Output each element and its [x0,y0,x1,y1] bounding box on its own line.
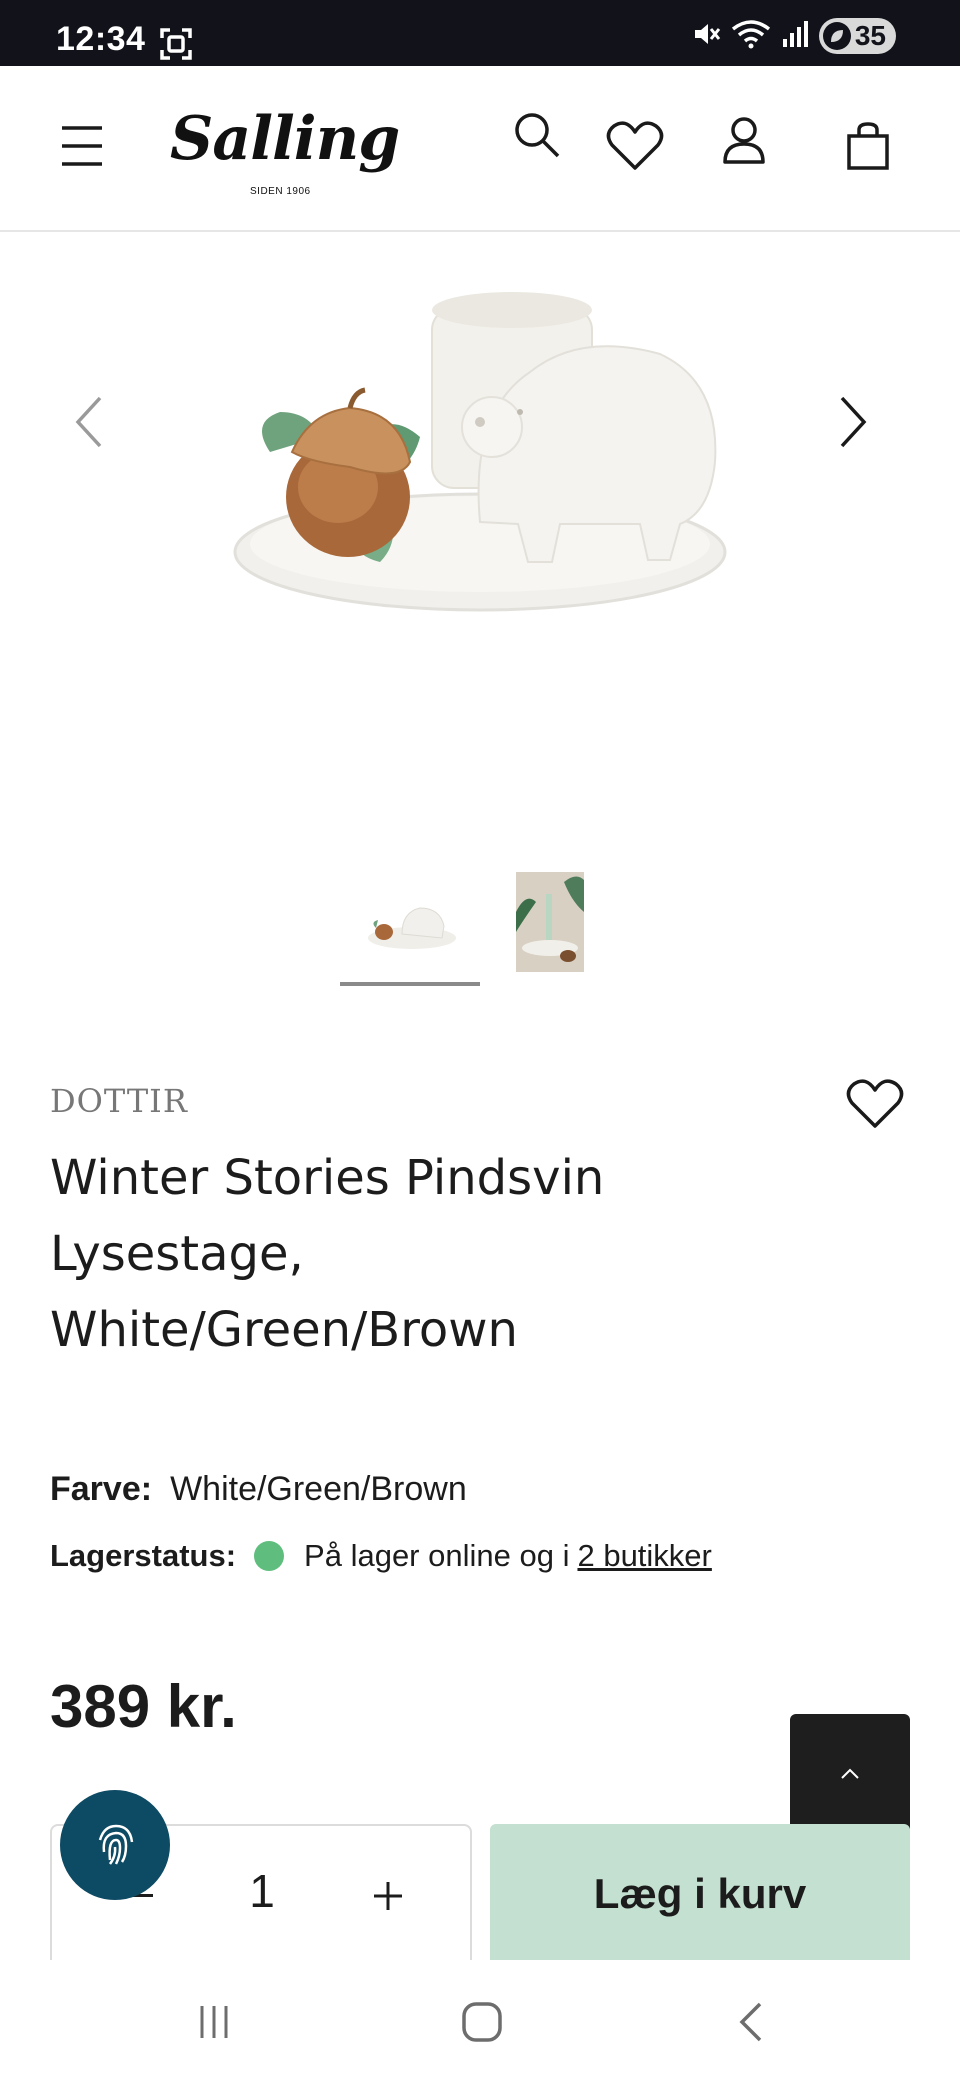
signal-icon [781,19,809,54]
search-icon[interactable] [512,110,562,165]
product-title: Winter Stories Pindsvin Lysestage, White… [50,1140,690,1368]
site-header: Salling SIDEN 1906 [0,66,960,232]
product-color-row: Farve: White/Green/Brown [50,1470,467,1509]
back-icon [739,2002,762,2042]
thumbnail-image-2 [516,872,584,972]
store-availability-link[interactable]: 2 butikker [577,1538,711,1574]
thumbnail-2[interactable] [516,872,584,972]
color-label: Farve: [50,1470,153,1508]
wishlist-icon[interactable] [606,120,664,177]
add-to-wishlist-button[interactable] [846,1078,904,1135]
stock-label: Lagerstatus: [50,1538,237,1573]
product-title-line-3: White/Green/Brown [50,1302,518,1358]
battery-saver-icon [822,22,851,50]
color-value: White/Green/Brown [170,1470,467,1508]
logo-tagline: SIDEN 1906 [250,186,311,197]
chevron-up-icon [841,1768,859,1779]
quantity-increase-button[interactable] [358,1866,418,1926]
battery-level: 35 [854,20,886,51]
quantity-value[interactable]: 1 [232,1864,292,1918]
back-button[interactable] [710,1990,790,2054]
battery-indicator: 35 [818,18,896,54]
chevron-right-icon [840,396,867,448]
home-icon [462,2002,502,2042]
add-to-cart-button[interactable]: Læg i kurv [490,1824,910,1964]
product-gallery [0,232,960,1002]
fingerprint-icon [98,1824,134,1865]
product-price: 389 kr. [50,1673,237,1740]
in-stock-indicator [254,1541,285,1571]
stock-text: På lager online og i [304,1538,570,1573]
stock-status-row: Lagerstatus: På lager online og i 2 buti… [50,1538,712,1574]
plus-icon [374,1882,402,1910]
thumbnail-image-1 [368,907,456,949]
cart-icon[interactable] [846,122,890,175]
account-icon[interactable] [722,116,766,169]
home-button[interactable] [442,1990,522,2054]
system-navigation-bar [0,1960,960,2080]
product-title-line-1: Winter Stories Pindsvin [50,1150,605,1206]
heart-icon [846,1079,904,1128]
salling-logo[interactable]: Salling SIDEN 1906 [170,104,400,197]
screenshot-icon [158,26,194,67]
status-bar: 12:34 35 [0,0,960,66]
gallery-prev-button[interactable] [50,382,130,462]
chevron-left-icon [75,396,102,448]
product-title-line-2: Lysestage, [50,1226,304,1282]
menu-icon[interactable] [58,124,106,173]
status-icons: 35 [691,18,896,54]
mute-icon [691,19,721,54]
fingerprint-button[interactable] [60,1790,170,1900]
recent-apps-icon [200,2006,228,2038]
logo-wordmark: Salling [170,104,400,174]
recent-apps-button[interactable] [174,1990,254,2054]
wifi-icon [731,19,771,54]
status-time: 12:34 [56,20,146,58]
gallery-next-button[interactable] [812,382,892,462]
thumbnail-1[interactable] [340,872,480,972]
product-image [233,292,727,612]
product-brand[interactable]: DOTTIR [50,1082,188,1120]
scroll-to-top-button[interactable] [790,1714,910,1834]
thumbnail-selected-indicator [340,982,480,986]
